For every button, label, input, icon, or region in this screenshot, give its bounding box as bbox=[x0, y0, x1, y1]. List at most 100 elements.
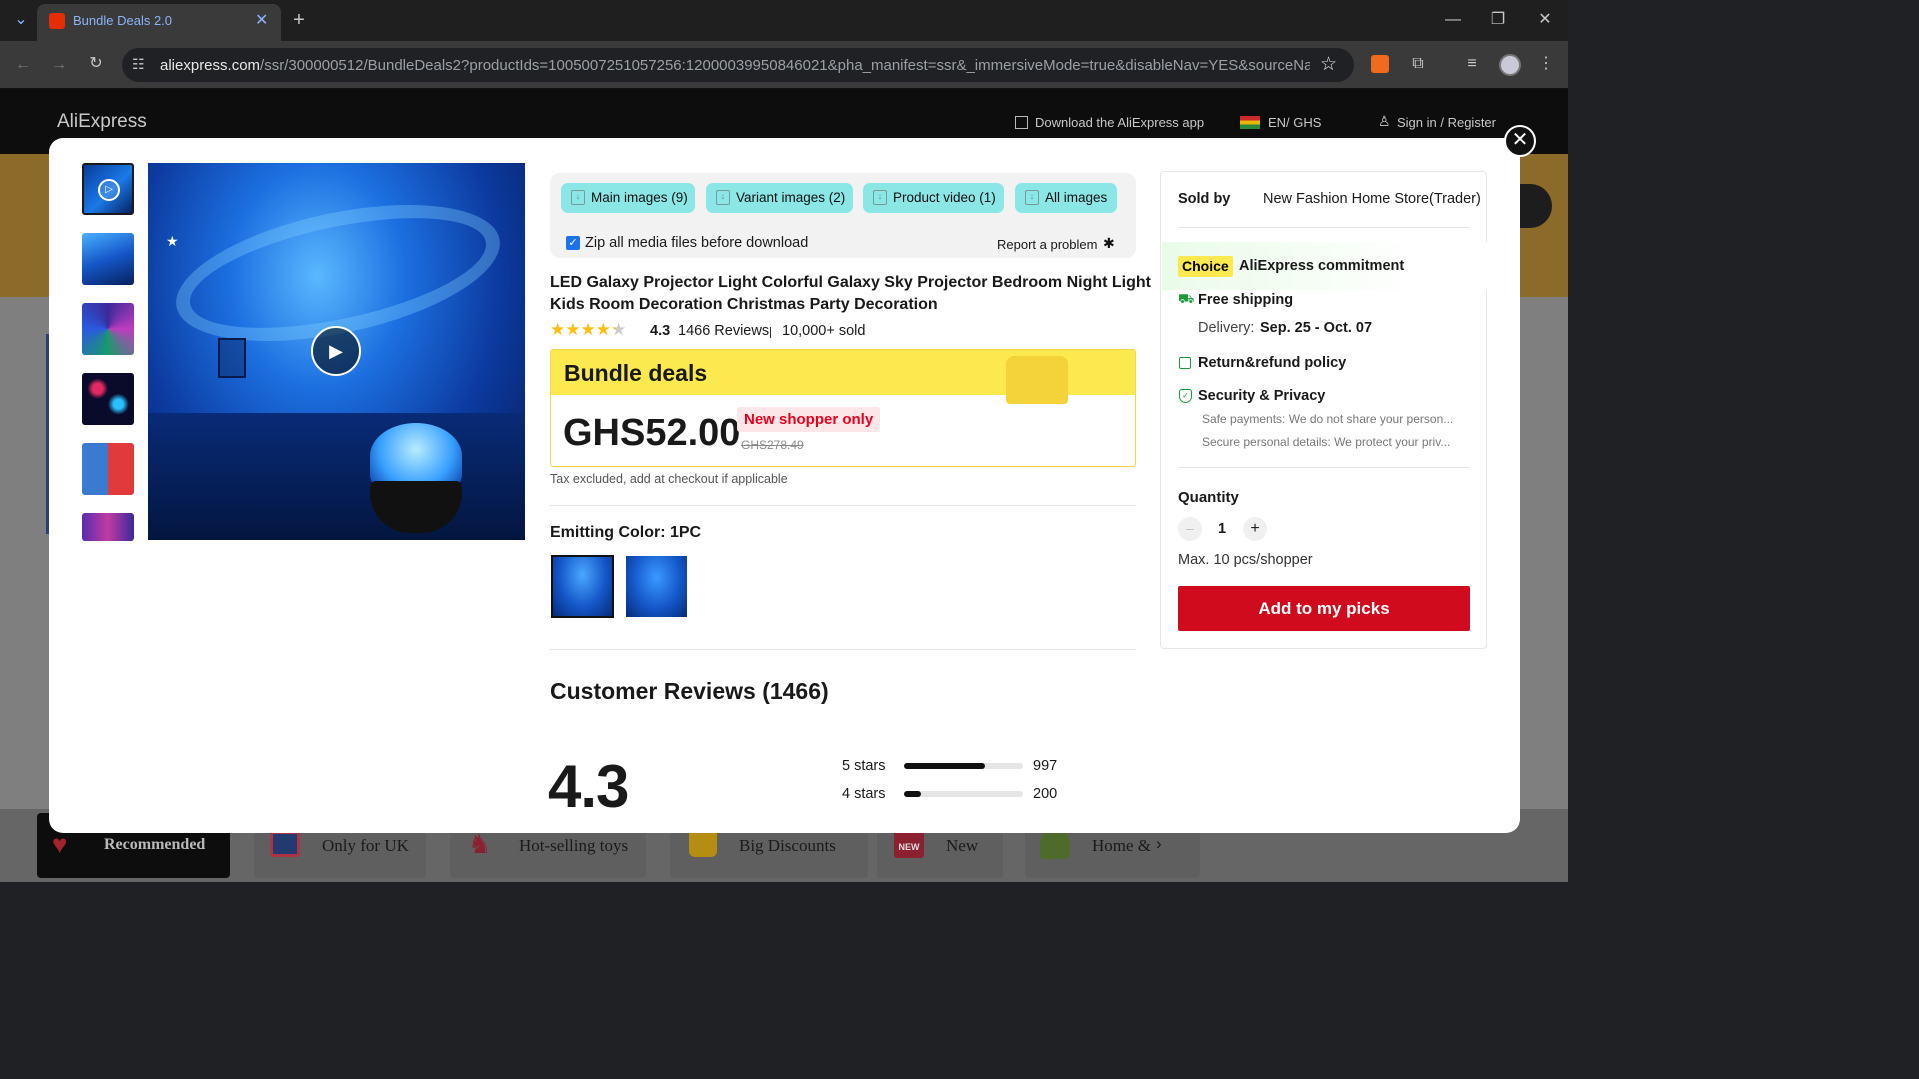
forward-arrow-icon[interactable]: → bbox=[49, 55, 69, 75]
sign-in-link[interactable]: Sign in / Register bbox=[1397, 115, 1496, 130]
rating-bar-fill bbox=[904, 791, 921, 797]
main-product-image[interactable]: ★ ▶ bbox=[148, 163, 525, 540]
uk-flag-icon bbox=[270, 831, 300, 857]
thumbnail-image[interactable] bbox=[82, 233, 134, 285]
profile-avatar[interactable] bbox=[1499, 54, 1521, 76]
button-label: All images bbox=[1045, 190, 1108, 205]
product-video-button[interactable]: ↓ Product video (1) bbox=[863, 183, 1004, 213]
rating-value: 4.3 bbox=[650, 323, 671, 339]
browser-toolbar: ← → ↻ ☷ aliexpress.com/ssr/300000512/Bun… bbox=[0, 41, 1568, 89]
star-full-icon: ★ bbox=[595, 320, 611, 339]
download-icon: ↓ bbox=[571, 190, 585, 205]
price: GHS52.00 bbox=[563, 412, 741, 454]
back-arrow-icon[interactable]: ← bbox=[13, 55, 33, 75]
security-label[interactable]: Security & Privacy bbox=[1198, 388, 1325, 404]
user-icon: ♙ bbox=[1378, 113, 1391, 129]
modal-close-icon[interactable]: ✕ bbox=[1504, 125, 1536, 157]
bundle-header: Bundle deals bbox=[551, 350, 1135, 404]
download-app-link[interactable]: Download the AliExpress app bbox=[1035, 115, 1204, 130]
zip-checkbox[interactable]: ✓ bbox=[566, 236, 580, 250]
rating-bar-fill bbox=[904, 763, 985, 769]
thumbnail-image[interactable] bbox=[82, 513, 134, 541]
play-icon: ▷ bbox=[98, 179, 120, 201]
download-icon: ↓ bbox=[873, 190, 887, 205]
separator bbox=[770, 327, 771, 338]
bundle-deal-modal: ▷ ★ ▶ ↓ Main images (9) ↓ Variant images (… bbox=[49, 138, 1520, 833]
qr-code-icon bbox=[1015, 116, 1028, 129]
secure-details-text: Secure personal details: We protect your… bbox=[1202, 435, 1451, 449]
play-video-icon[interactable]: ▶ bbox=[311, 326, 361, 376]
chevron-right-icon[interactable]: › bbox=[1156, 834, 1162, 854]
address-bar[interactable]: ☷ aliexpress.com/ssr/300000512/BundleDea… bbox=[122, 48, 1354, 82]
delivery-dates: Sep. 25 - Oct. 07 bbox=[1260, 320, 1373, 336]
bookmark-star-icon[interactable]: ☆ bbox=[1320, 53, 1337, 76]
variant-swatch[interactable] bbox=[626, 556, 687, 617]
thumbnail-image[interactable] bbox=[82, 303, 134, 355]
sold-count: 10,000+ sold bbox=[782, 323, 866, 339]
product-title-line1: LED Galaxy Projector Light Colorful Gala… bbox=[550, 274, 1151, 291]
commitment-label: AliExpress commitment bbox=[1239, 258, 1405, 274]
thumbnail-image[interactable] bbox=[82, 443, 134, 495]
sold-by-label: Sold by bbox=[1178, 191, 1231, 207]
window-close-icon[interactable]: ✕ bbox=[1535, 10, 1555, 30]
quantity-increase-button[interactable]: + bbox=[1243, 517, 1267, 541]
return-policy-label[interactable]: Return&refund policy bbox=[1198, 355, 1346, 371]
star-full-icon: ★ bbox=[565, 320, 581, 339]
rating-bar-track bbox=[904, 791, 1023, 797]
star-partial-icon: ★ bbox=[611, 320, 627, 339]
variant-swatch-selected[interactable] bbox=[551, 555, 614, 618]
review-count-link[interactable]: 1466 Reviews bbox=[678, 323, 769, 339]
max-quantity-note: Max. 10 pcs/shopper bbox=[1178, 552, 1313, 568]
variant-images-button[interactable]: ↓ Variant images (2) bbox=[706, 183, 853, 213]
button-label: Variant images (2) bbox=[736, 190, 846, 205]
media-control-icon[interactable]: ≡ bbox=[1462, 54, 1482, 74]
zip-label: Zip all media files before download bbox=[585, 235, 809, 251]
category-label: New bbox=[946, 836, 979, 855]
category-label: Only for UK bbox=[322, 836, 409, 855]
thumbnail-image[interactable] bbox=[82, 373, 134, 425]
bedroom-floor bbox=[148, 413, 525, 540]
add-to-picks-button[interactable]: Add to my picks bbox=[1178, 586, 1470, 631]
url-domain: aliexpress.com bbox=[160, 57, 261, 74]
reload-icon[interactable]: ↻ bbox=[86, 54, 106, 74]
quantity-decrease-button[interactable]: – bbox=[1178, 517, 1202, 541]
tab-close-icon[interactable]: ✕ bbox=[255, 10, 268, 30]
category-label: Hot-selling toys bbox=[519, 836, 629, 855]
plant-pot-icon bbox=[1040, 829, 1070, 859]
download-icon: ↓ bbox=[716, 190, 730, 205]
heart-icon: ♥ bbox=[52, 829, 68, 859]
free-shipping-label: Free shipping bbox=[1198, 292, 1294, 308]
kebab-menu-icon[interactable]: ⋮ bbox=[1536, 54, 1556, 74]
aliexpress-logo[interactable]: AliExpress bbox=[57, 111, 147, 133]
download-icon: ↓ bbox=[1025, 190, 1039, 205]
store-name-link[interactable]: New Fashion Home Store(Trader) bbox=[1263, 191, 1481, 207]
divider bbox=[550, 505, 1136, 506]
new-tab-plus-icon[interactable]: + bbox=[289, 10, 309, 30]
report-problem-link[interactable]: Report a problem bbox=[997, 237, 1097, 252]
all-images-button[interactable]: ↓ All images bbox=[1015, 183, 1117, 213]
chevron-down-icon[interactable]: ⌄ bbox=[11, 10, 31, 30]
site-info-tune-icon[interactable]: ☷ bbox=[132, 56, 145, 73]
thumbnail-video[interactable]: ▷ bbox=[82, 163, 134, 215]
reviews-heading: Customer Reviews (1466) bbox=[550, 678, 829, 704]
main-images-button[interactable]: ↓ Main images (9) bbox=[561, 183, 695, 213]
tab-title: Bundle Deals 2.0 bbox=[73, 13, 173, 28]
star-full-icon: ★ bbox=[550, 320, 566, 339]
locale-selector[interactable]: EN/ GHS bbox=[1268, 115, 1321, 130]
browser-tab-bar: ⌄ Bundle Deals 2.0 ✕ + — ❐ ✕ bbox=[0, 0, 1568, 41]
category-label: Recommended bbox=[104, 836, 206, 853]
bundle-label: Bundle deals bbox=[564, 360, 708, 386]
quantity-value[interactable]: 1 bbox=[1218, 521, 1226, 537]
rocking-horse-icon: ♞ bbox=[468, 829, 492, 859]
button-label: Product video (1) bbox=[893, 190, 996, 205]
aliexpress-favicon-icon bbox=[49, 13, 65, 29]
star-full-icon: ★ bbox=[580, 320, 596, 339]
minimize-icon[interactable]: — bbox=[1443, 10, 1463, 30]
browser-tab[interactable]: Bundle Deals 2.0 ✕ bbox=[37, 4, 281, 41]
restore-icon[interactable]: ❐ bbox=[1488, 10, 1508, 30]
extension-orange-icon[interactable] bbox=[1371, 55, 1389, 73]
puzzle-extensions-icon[interactable]: ⧉ bbox=[1408, 54, 1428, 74]
ghana-flag-icon bbox=[1240, 116, 1260, 129]
safe-payments-text: Safe payments: We do not share your pers… bbox=[1202, 412, 1454, 426]
divider bbox=[1178, 227, 1470, 228]
